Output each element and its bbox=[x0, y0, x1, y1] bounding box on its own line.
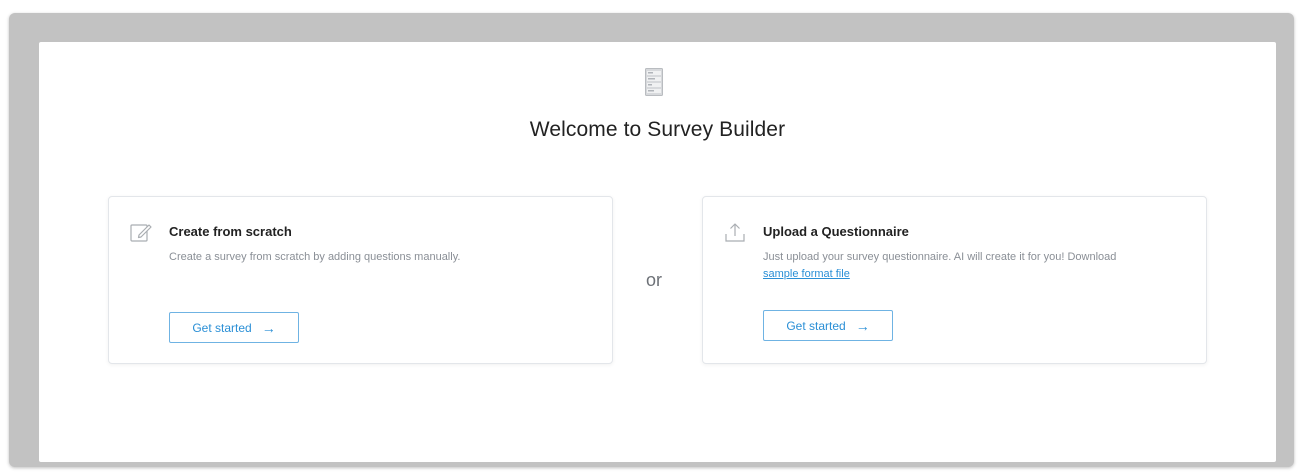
upload-questionnaire-card[interactable]: Upload a Questionnaire Just upload your … bbox=[702, 196, 1207, 364]
card-description-text: Just upload your survey questionnaire. A… bbox=[763, 251, 1117, 263]
welcome-panel: Welcome to Survey Builder Create from sc… bbox=[39, 42, 1276, 462]
card-description: Just upload your survey questionnaire. A… bbox=[763, 249, 1193, 283]
arrow-right-icon: → bbox=[261, 319, 276, 336]
window-frame: Welcome to Survey Builder Create from sc… bbox=[9, 13, 1294, 467]
get-started-upload-button[interactable]: Get started → bbox=[763, 310, 893, 341]
get-started-scratch-button[interactable]: Get started → bbox=[169, 312, 299, 343]
card-title: Create from scratch bbox=[169, 224, 292, 239]
card-description: Create a survey from scratch by adding q… bbox=[169, 251, 461, 263]
upload-icon bbox=[725, 223, 745, 242]
create-from-scratch-card[interactable]: Create from scratch Create a survey from… bbox=[108, 196, 613, 364]
button-label: Get started bbox=[192, 320, 252, 335]
button-label: Get started bbox=[786, 318, 846, 333]
arrow-right-icon: → bbox=[855, 317, 870, 334]
stacked-forms-icon bbox=[645, 68, 663, 96]
edit-icon bbox=[130, 224, 152, 242]
page-title: Welcome to Survey Builder bbox=[529, 118, 786, 141]
sample-format-file-link[interactable]: sample format file bbox=[763, 268, 850, 280]
card-title: Upload a Questionnaire bbox=[763, 224, 909, 239]
or-divider: or bbox=[646, 270, 663, 290]
